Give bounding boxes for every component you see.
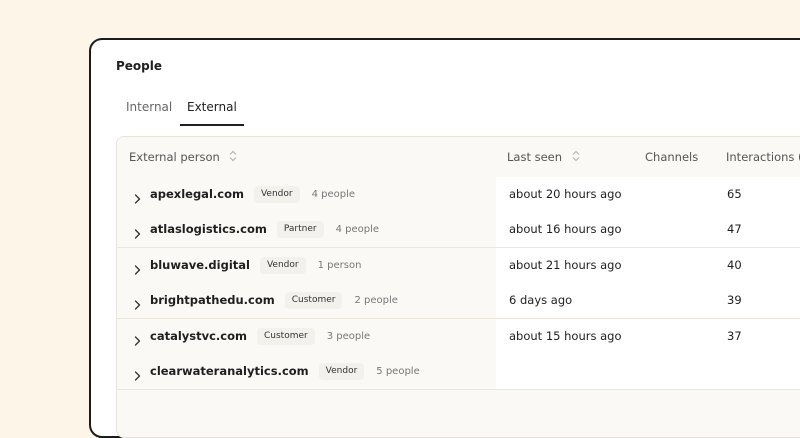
last-seen-value: about 16 hours ago bbox=[509, 222, 622, 237]
people-count: 3 people bbox=[326, 330, 371, 342]
person-cell: apexlegal.com Vendor 4 people bbox=[117, 177, 496, 212]
domain-label: catalystvc.com bbox=[150, 328, 247, 343]
relationship-badge: Vendor bbox=[259, 256, 306, 274]
people-count: 4 people bbox=[311, 189, 356, 200]
column-header-external-person[interactable]: External person bbox=[129, 137, 237, 177]
table-row[interactable]: clearwateranalytics.com Vendor 5 people bbox=[117, 354, 800, 390]
domain-label: apexlegal.com bbox=[150, 187, 244, 201]
data-cells bbox=[496, 354, 800, 389]
domain-name: bluwave.digital Vendor 1 person bbox=[150, 248, 361, 283]
domain-label: clearwateranalytics.com bbox=[150, 364, 309, 378]
chevron-right-icon[interactable] bbox=[134, 295, 141, 314]
people-table: External person Last seen Channels Inter… bbox=[116, 136, 800, 438]
tab-external[interactable]: External bbox=[180, 96, 244, 126]
page-title: People bbox=[116, 59, 163, 73]
interactions-value: 37 bbox=[727, 328, 742, 343]
data-cells: about 16 hours ago 47 bbox=[496, 212, 800, 248]
person-cell: brightpathedu.com Customer 2 people bbox=[117, 283, 496, 319]
domain-label: brightpathedu.com bbox=[150, 293, 275, 308]
sort-icon[interactable] bbox=[229, 138, 237, 178]
relationship-badge: Customer bbox=[257, 327, 315, 345]
data-cells: about 15 hours ago 37 bbox=[496, 318, 800, 354]
column-header-label: External person bbox=[129, 150, 220, 164]
last-seen-value: about 15 hours ago bbox=[509, 328, 622, 343]
person-cell: atlaslogistics.com Partner 4 people bbox=[117, 212, 496, 248]
relationship-badge: Vendor bbox=[253, 186, 300, 203]
table-header: External person Last seen Channels Inter… bbox=[117, 137, 800, 178]
people-count: 4 people bbox=[335, 224, 379, 236]
person-cell: clearwateranalytics.com Vendor 5 people bbox=[117, 354, 496, 389]
people-count: 5 people bbox=[376, 366, 420, 377]
person-cell: bluwave.digital Vendor 1 person bbox=[117, 247, 496, 283]
people-count: 1 person bbox=[317, 259, 362, 271]
chevron-right-icon[interactable] bbox=[134, 260, 141, 279]
table-row[interactable]: brightpathedu.com Customer 2 people 6 days … bbox=[117, 283, 800, 320]
column-header-channels[interactable]: Channels bbox=[645, 137, 698, 177]
relationship-badge: Customer bbox=[284, 292, 343, 310]
relationship-badge: Partner bbox=[276, 221, 324, 239]
data-cells: 6 days ago 39 bbox=[496, 283, 800, 319]
person-cell: catalystvc.com Customer 3 people bbox=[117, 318, 496, 354]
people-count: 2 people bbox=[354, 295, 398, 307]
interactions-value: 39 bbox=[727, 293, 742, 308]
interactions-value: 47 bbox=[727, 222, 742, 237]
people-window: People Internal External External person… bbox=[89, 38, 800, 438]
interactions-value: 65 bbox=[727, 187, 742, 201]
domain-name: atlaslogistics.com Partner 4 people bbox=[150, 212, 379, 247]
table-row[interactable]: catalystvc.com Customer 3 people about 15 h… bbox=[117, 318, 800, 355]
interactions-value: 40 bbox=[727, 257, 742, 272]
domain-name: apexlegal.com Vendor 4 people bbox=[150, 177, 355, 212]
table-row[interactable]: bluwave.digital Vendor 1 person about 21 ho… bbox=[117, 247, 800, 284]
domain-name: clearwateranalytics.com Vendor 5 people bbox=[150, 354, 420, 389]
tab-internal[interactable]: Internal bbox=[126, 96, 172, 124]
last-seen-value: about 20 hours ago bbox=[509, 187, 622, 201]
last-seen-value: about 21 hours ago bbox=[509, 257, 622, 272]
data-cells: about 21 hours ago 40 bbox=[496, 247, 800, 283]
column-header-interactions[interactable]: Interactions ( bbox=[726, 137, 800, 177]
domain-label: bluwave.digital bbox=[150, 257, 250, 272]
relationship-badge: Vendor bbox=[318, 363, 365, 380]
last-seen-value: 6 days ago bbox=[509, 293, 573, 308]
table-row[interactable]: apexlegal.com Vendor 4 people about 20 hour… bbox=[117, 177, 800, 213]
domain-label: atlaslogistics.com bbox=[150, 222, 267, 237]
column-header-last-seen[interactable]: Last seen bbox=[507, 137, 580, 177]
chevron-right-icon[interactable] bbox=[134, 331, 141, 350]
chevron-right-icon[interactable] bbox=[134, 366, 141, 385]
chevron-right-icon[interactable] bbox=[134, 189, 141, 208]
data-cells: about 20 hours ago 65 bbox=[496, 177, 800, 212]
column-header-label: Last seen bbox=[507, 150, 563, 164]
sort-icon[interactable] bbox=[572, 138, 580, 178]
table-row[interactable]: atlaslogistics.com Partner 4 people about 1… bbox=[117, 212, 800, 249]
chevron-right-icon[interactable] bbox=[134, 224, 141, 243]
domain-name: catalystvc.com Customer 3 people bbox=[150, 319, 370, 354]
domain-name: brightpathedu.com Customer 2 people bbox=[150, 283, 398, 318]
